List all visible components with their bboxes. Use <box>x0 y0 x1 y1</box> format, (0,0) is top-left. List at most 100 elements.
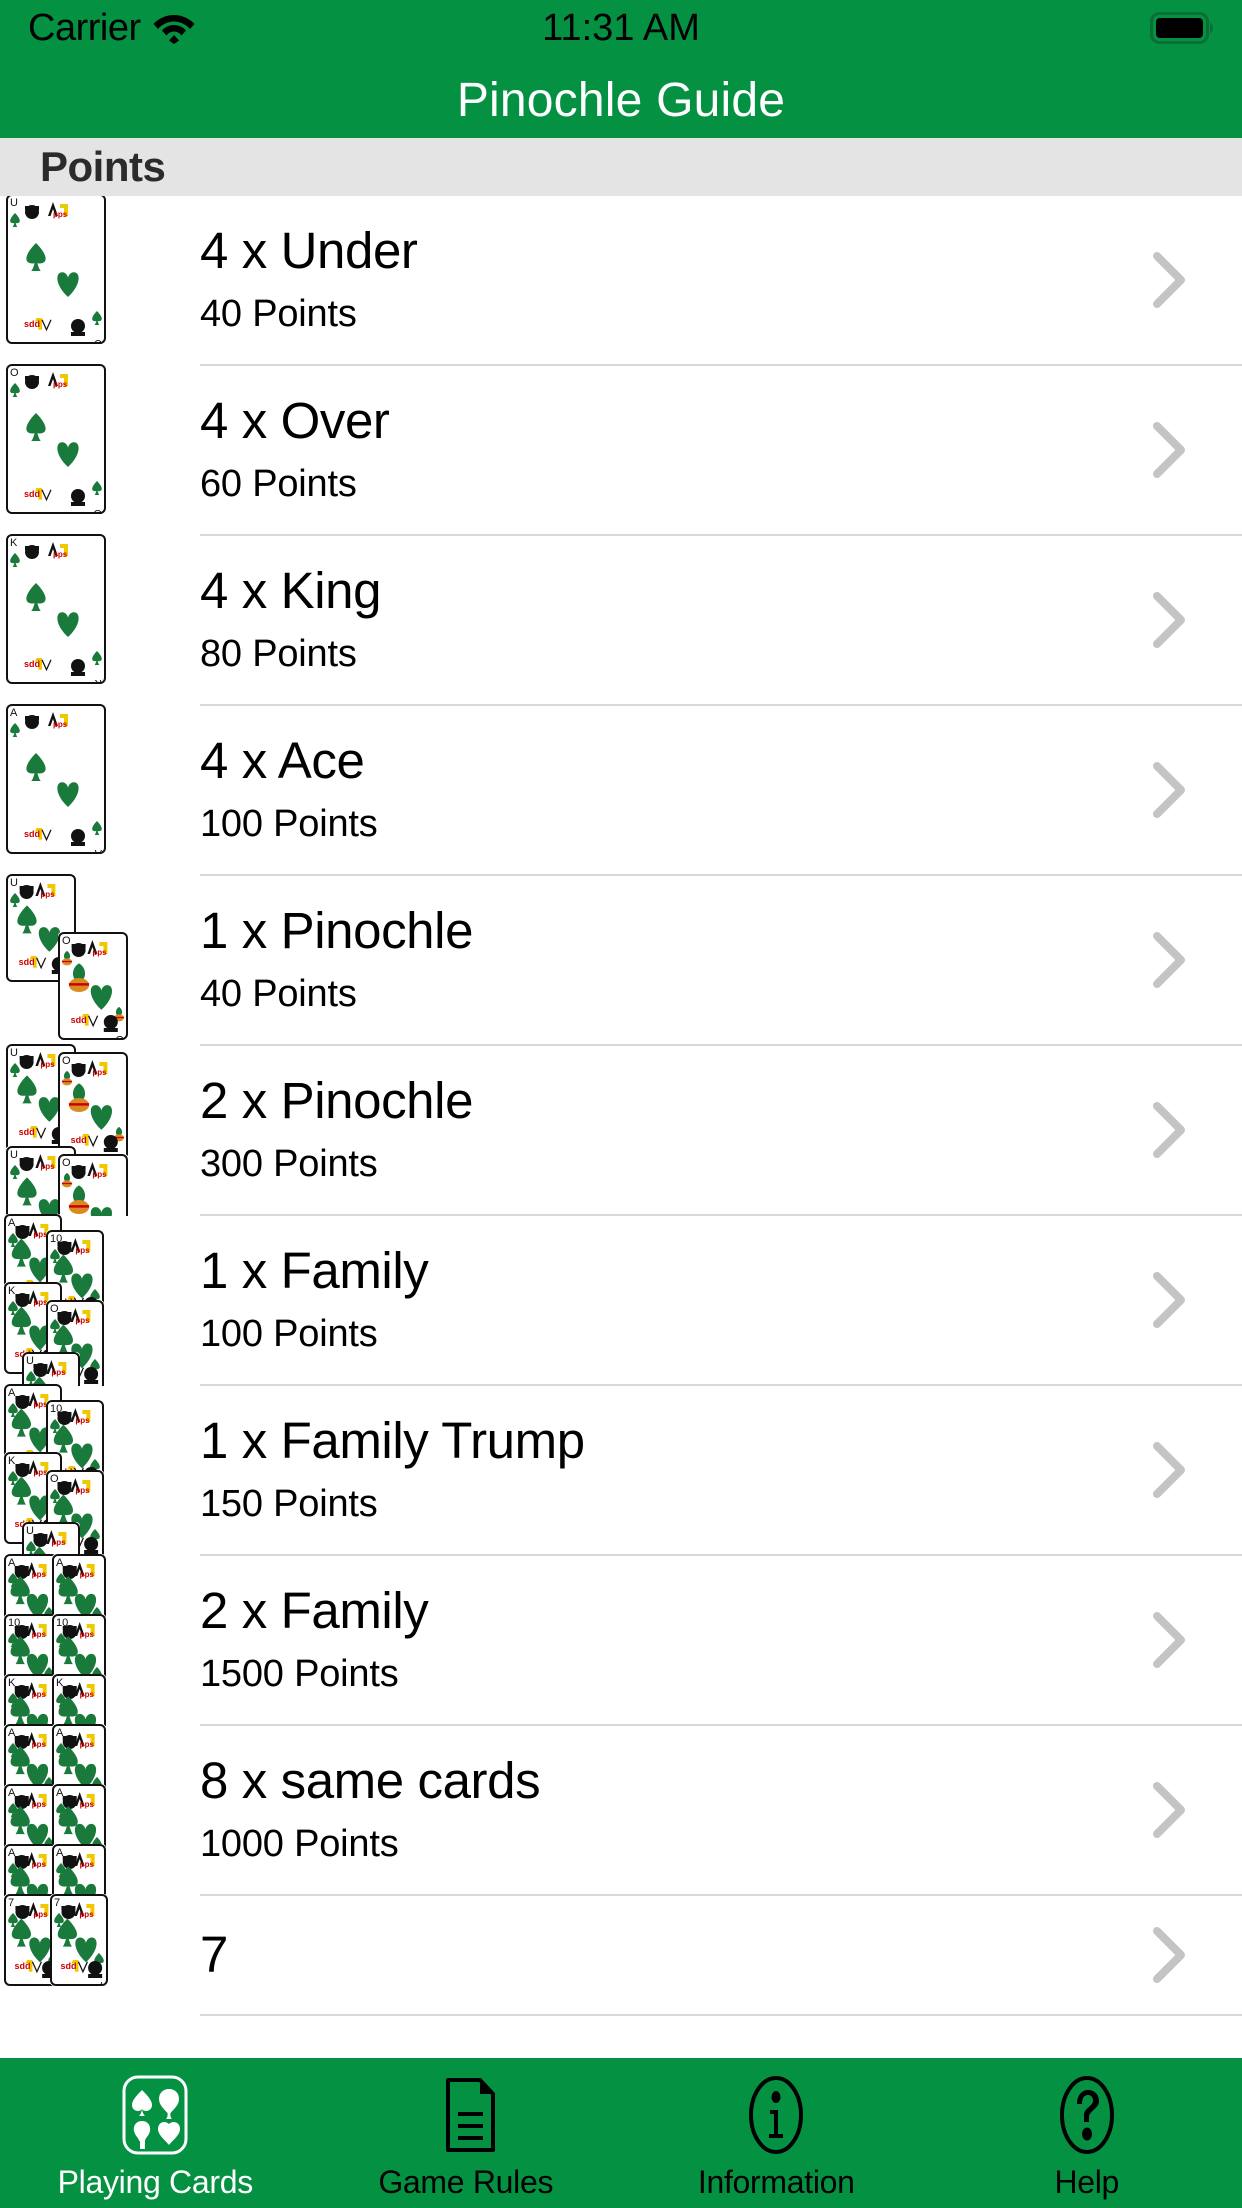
svg-text:pps: pps <box>51 1368 66 1377</box>
chevron-right-icon[interactable] <box>1152 1927 1186 1983</box>
status-bar: Carrier 11:31 AM <box>0 0 1242 56</box>
svg-text:pps: pps <box>51 1538 66 1547</box>
svg-text:O: O <box>62 1157 71 1169</box>
svg-text:O: O <box>93 507 102 514</box>
svg-text:sdd: sdd <box>24 659 40 669</box>
svg-text:pps: pps <box>75 1486 90 1495</box>
svg-text:pps: pps <box>53 720 68 729</box>
list-item[interactable]: A A pps sdd 4 x Ace 100 Points <box>0 704 1242 876</box>
list-item-content: 2 x Pinochle 300 Points <box>200 1046 1242 1216</box>
playing-card: O O pps sdd <box>6 364 106 514</box>
svg-text:sdd: sdd <box>60 1961 76 1971</box>
list-item[interactable]: 7 7 pps sdd 7 7 pps sdd 7 <box>0 1894 1242 2016</box>
list-item-title: 1 x Pinochle <box>200 901 474 959</box>
svg-text:pps: pps <box>32 1630 47 1639</box>
playing-card: A A pps sdd <box>6 704 106 854</box>
svg-text:pps: pps <box>75 1416 90 1425</box>
svg-text:sdd: sdd <box>71 1135 87 1145</box>
svg-text:A: A <box>8 1217 16 1229</box>
svg-text:U: U <box>10 1047 18 1059</box>
svg-text:O: O <box>62 935 71 947</box>
status-bar-right <box>1150 12 1216 44</box>
points-list[interactable]: U U pps sdd 4 x Under 40 Points O O pps sdd… <box>0 196 1242 2062</box>
chevron-right-icon[interactable] <box>1152 1102 1186 1158</box>
svg-text:pps: pps <box>80 1690 95 1699</box>
svg-text:pps: pps <box>79 1910 94 1919</box>
list-item-content: 1 x Pinochle 40 Points <box>200 876 1242 1046</box>
list-item-content: 4 x Over 60 Points <box>200 366 1242 536</box>
svg-text:pps: pps <box>80 1800 95 1809</box>
svg-text:sdd: sdd <box>19 1127 35 1137</box>
svg-text:pps: pps <box>92 1068 107 1077</box>
list-item[interactable]: AA pps sdd AA pps sdd 1010 pps sdd 1010 … <box>0 1554 1242 1880</box>
list-item-content: 1 x Family 100 Points <box>200 1216 1242 1386</box>
svg-text:pps: pps <box>32 1740 47 1749</box>
list-item-content: 4 x King 80 Points <box>200 536 1242 706</box>
list-item-points: 80 Points <box>200 633 357 676</box>
svg-text:sdd: sdd <box>24 489 40 499</box>
svg-text:A: A <box>8 1387 16 1399</box>
chevron-right-icon[interactable] <box>1152 252 1186 308</box>
svg-text:K: K <box>8 1285 16 1297</box>
svg-text:O: O <box>115 1033 124 1040</box>
svg-text:pps: pps <box>40 890 55 899</box>
list-item[interactable]: AA pps sdd 1010 pps sdd KK pps sdd OO pp… <box>0 1214 1242 1444</box>
list-item-title: 4 x King <box>200 561 382 619</box>
svg-text:pps: pps <box>32 1570 47 1579</box>
list-item[interactable]: O O pps sdd 4 x Over 60 Points <box>0 364 1242 536</box>
svg-text:pps: pps <box>32 1690 47 1699</box>
chevron-right-icon[interactable] <box>1152 1612 1186 1668</box>
list-item-points: 150 Points <box>200 1483 378 1526</box>
list-item-points: 100 Points <box>200 1313 378 1356</box>
list-item[interactable]: UU pps sdd OO pps sdd 1 x Pinochle40 Poi… <box>0 874 1242 1046</box>
svg-text:pps: pps <box>80 1860 95 1869</box>
tab-bar: Playing Cards Game Rules Information Hel… <box>0 2058 1242 2208</box>
list-item-points: 1000 Points <box>200 1823 399 1866</box>
chevron-right-icon[interactable] <box>1152 932 1186 988</box>
list-item[interactable]: AA pps sdd AA pps sdd AA pps sdd AA pps <box>0 1724 1242 1990</box>
list-item-title: 4 x Under <box>200 221 418 279</box>
list-item[interactable]: UU pps sdd OO pps sdd UU pps sdd <box>0 1044 1242 1262</box>
list-item[interactable]: AA pps sdd 1010 pps sdd KK pps sdd OO pp… <box>0 1384 1242 1614</box>
tab-help[interactable]: Help <box>932 2058 1242 2208</box>
tab-game-rules[interactable]: Game Rules <box>311 2058 622 2208</box>
svg-text:pps: pps <box>40 1060 55 1069</box>
svg-text:pps: pps <box>53 380 68 389</box>
svg-text:U: U <box>10 877 18 889</box>
playing-card: OO pps sdd <box>58 1052 128 1160</box>
question-circle-icon <box>1044 2072 1130 2158</box>
svg-text:pps: pps <box>80 1570 95 1579</box>
list-item-title: 4 x Over <box>200 391 390 449</box>
svg-text:U: U <box>26 1525 34 1537</box>
battery-full-icon <box>1150 12 1216 44</box>
list-item[interactable]: K K pps sdd 4 x King 80 Points <box>0 534 1242 706</box>
chevron-right-icon[interactable] <box>1152 762 1186 818</box>
tab-information[interactable]: Information <box>621 2058 932 2208</box>
svg-text:U: U <box>94 337 102 344</box>
chevron-right-icon[interactable] <box>1152 1442 1186 1498</box>
svg-text:7: 7 <box>54 1897 60 1909</box>
svg-text:sdd: sdd <box>14 1961 30 1971</box>
chevron-right-icon[interactable] <box>1152 1272 1186 1328</box>
document-icon <box>423 2072 509 2158</box>
tab-label-playing-cards: Playing Cards <box>57 2163 254 2200</box>
list-item-title: 8 x same cards <box>200 1751 541 1809</box>
svg-text:pps: pps <box>40 1162 55 1171</box>
chevron-right-icon[interactable] <box>1152 422 1186 478</box>
list-item-content: 4 x Ace 100 Points <box>200 706 1242 876</box>
chevron-right-icon[interactable] <box>1152 592 1186 648</box>
svg-text:O: O <box>10 367 19 379</box>
chevron-right-icon[interactable] <box>1152 1782 1186 1838</box>
playing-card: K K pps sdd <box>6 534 106 684</box>
svg-text:pps: pps <box>80 1630 95 1639</box>
svg-text:pps: pps <box>32 1860 47 1869</box>
svg-text:pps: pps <box>75 1246 90 1255</box>
svg-text:U: U <box>26 1355 34 1367</box>
list-item-points: 100 Points <box>200 803 378 846</box>
list-item[interactable]: U U pps sdd 4 x Under 40 Points <box>0 196 1242 366</box>
tab-label-game-rules: Game Rules <box>378 2163 554 2200</box>
list-item-title: 1 x Family Trump <box>200 1411 585 1469</box>
list-item-title: 4 x Ace <box>200 731 365 789</box>
svg-text:sdd: sdd <box>24 829 40 839</box>
tab-playing-cards[interactable]: Playing Cards <box>0 2058 311 2208</box>
